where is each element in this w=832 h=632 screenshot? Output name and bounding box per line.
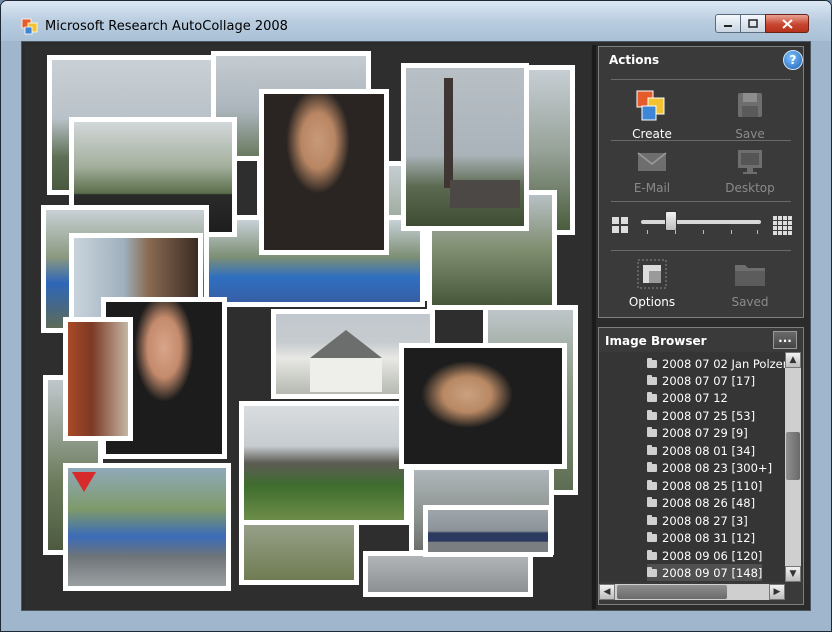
actions-separator-top — [611, 79, 791, 80]
collage-photo-bottom-strip — [363, 551, 533, 597]
desktop-button[interactable]: Desktop — [705, 147, 795, 195]
vertical-scroll-thumb[interactable] — [786, 432, 800, 480]
title-bar[interactable]: Microsoft Research AutoCollage 2008 — [1, 1, 831, 41]
actions-separator-3 — [611, 250, 791, 251]
scroll-left-button[interactable]: ◀ — [599, 584, 615, 600]
list-item[interactable]: 2008 07 02 Jan Polzer — [647, 355, 785, 372]
actions-separator-2 — [611, 201, 791, 202]
email-label: E-Mail — [633, 181, 671, 195]
horizontal-scroll-thumb[interactable] — [617, 585, 727, 599]
autocollage-logo-icon — [21, 18, 38, 35]
folder-icon — [647, 374, 657, 385]
list-item[interactable]: 2008 07 07 [17] — [647, 372, 755, 389]
folder-icon — [647, 531, 657, 542]
folder-icon — [735, 265, 765, 286]
slider-tick — [703, 230, 704, 234]
options-label: Options — [628, 295, 676, 309]
image-count-slider-track[interactable] — [641, 220, 761, 224]
folder-icon — [647, 479, 657, 490]
close-button[interactable] — [765, 14, 809, 33]
actions-tab-label: Actions — [609, 53, 660, 67]
image-count-slider-thumb[interactable] — [665, 211, 677, 231]
list-item[interactable]: 2008 09 06 [120] — [647, 547, 762, 564]
collage-photo-woman-cup — [399, 343, 567, 469]
create-label: Create — [632, 127, 672, 141]
save-button[interactable]: Save — [705, 89, 795, 141]
list-item-selected[interactable]: 2008 09 07 [148] — [647, 564, 763, 581]
help-button[interactable]: ? — [783, 50, 803, 70]
desktop-label: Desktop — [725, 181, 775, 195]
scroll-right-button[interactable]: ▶ — [769, 584, 785, 600]
window-title: Microsoft Research AutoCollage 2008 — [45, 19, 288, 34]
minimize-icon — [724, 24, 732, 27]
horizontal-scrollbar[interactable]: ◀ ▶ — [599, 584, 785, 600]
list-item[interactable]: 2008 07 29 [9] — [647, 424, 748, 441]
collage-photo-restaurant — [239, 401, 409, 525]
folder-icon — [647, 357, 657, 368]
options-button[interactable]: Options — [607, 257, 697, 309]
folder-icon — [647, 496, 657, 507]
collage-photo-car — [423, 505, 553, 557]
create-button[interactable]: Create — [607, 89, 697, 141]
list-item[interactable]: 2008 08 01 [34] — [647, 442, 755, 459]
scroll-up-button[interactable]: ▲ — [785, 352, 801, 368]
image-browser-panel: Image Browser ... 2008 07 02 Jan Polzer … — [598, 327, 804, 605]
browse-more-button[interactable]: ... — [773, 331, 797, 349]
list-item[interactable]: 2008 08 26 [48] — [647, 494, 755, 511]
vertical-scrollbar[interactable]: ▲ ▼ — [785, 352, 801, 582]
scroll-down-button[interactable]: ▼ — [785, 566, 801, 582]
slider-tick — [757, 230, 758, 234]
panel-splitter[interactable] — [592, 45, 596, 609]
collage-photo-grass-bottom — [239, 515, 359, 585]
actions-tab[interactable]: Actions — [599, 47, 757, 73]
email-button[interactable]: E-Mail — [607, 147, 697, 195]
saved-button[interactable]: Saved — [705, 257, 795, 309]
many-images-icon — [773, 216, 792, 235]
actions-separator-1 — [611, 140, 791, 141]
create-collage-icon — [636, 90, 665, 121]
help-icon: ? — [789, 53, 797, 67]
save-label: Save — [735, 127, 765, 141]
monitor-icon — [738, 150, 762, 174]
list-item[interactable]: 2008 08 31 [12] — [647, 529, 755, 546]
list-item[interactable]: 2008 08 25 [110] — [647, 477, 762, 494]
collage-photo-chimney — [401, 63, 529, 231]
list-item[interactable]: 2008 07 12 — [647, 389, 728, 406]
folder-list[interactable]: 2008 07 02 Jan Polzer 2008 07 07 [17] 20… — [599, 352, 785, 582]
slider-tick — [647, 230, 648, 234]
app-window: Microsoft Research AutoCollage 2008 Acti… — [0, 0, 832, 632]
folder-icon — [647, 514, 657, 525]
close-icon — [781, 18, 793, 29]
list-item[interactable]: 2008 08 23 [300+] — [647, 459, 772, 476]
folder-icon — [647, 444, 657, 455]
list-item[interactable]: 2008 07 25 [53] — [647, 407, 755, 424]
slider-tick — [731, 230, 732, 234]
list-item[interactable]: 2008 08 27 [3] — [647, 512, 748, 529]
folder-icon — [647, 409, 657, 420]
minimize-button[interactable] — [715, 14, 741, 33]
collage-photo-people-road — [63, 463, 231, 591]
folder-icon — [647, 426, 657, 437]
actions-panel: Actions ? Create Save E-Mail Desktop Opt… — [598, 46, 804, 318]
options-icon — [637, 259, 667, 289]
collage-canvas[interactable] — [25, 45, 591, 609]
folder-icon — [647, 566, 657, 577]
slider-tick — [675, 230, 676, 234]
image-browser-title: Image Browser — [605, 334, 707, 348]
collage-photo-cafe-left — [63, 317, 133, 441]
maximize-button[interactable] — [740, 14, 766, 33]
saved-label: Saved — [731, 295, 769, 309]
folder-icon — [647, 549, 657, 560]
maximize-icon — [748, 19, 758, 28]
floppy-disk-icon — [738, 93, 762, 117]
few-images-icon — [612, 217, 628, 233]
folder-icon — [647, 461, 657, 472]
envelope-icon — [637, 152, 667, 171]
collage-photo-woman-table — [259, 89, 389, 255]
folder-icon — [647, 391, 657, 402]
